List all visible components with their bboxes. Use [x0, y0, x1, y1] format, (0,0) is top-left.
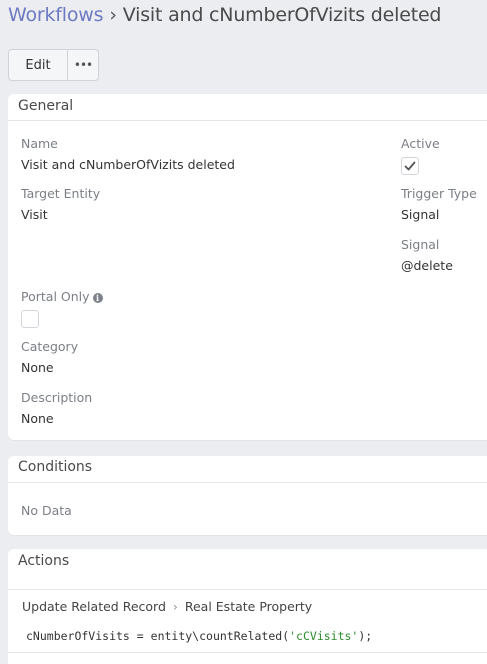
checkmark-icon: [404, 161, 416, 171]
signal-value: @delete: [401, 258, 453, 273]
panel-divider: [8, 589, 487, 590]
conditions-panel: Conditions No Data: [8, 456, 487, 535]
portal-only-checkbox[interactable]: [21, 310, 39, 328]
description-label: Description: [21, 390, 93, 405]
formula-lhs: cNumberOfVisits: [26, 629, 130, 643]
page-header: Workflows › Visit and cNumberOfVizits dele…: [8, 2, 487, 28]
name-field: Name Visit and cNumberOfVizits deleted: [21, 136, 235, 173]
trigger-type-field: Trigger Type Signal: [401, 186, 477, 223]
name-value: Visit and cNumberOfVizits deleted: [21, 157, 235, 172]
action-type: Update Related Record: [22, 599, 166, 614]
info-icon[interactable]: i: [92, 293, 103, 303]
edit-button[interactable]: Edit: [9, 50, 68, 80]
breadcrumb-workflows-link[interactable]: Workflows: [8, 4, 104, 26]
record-button-group: Edit •••: [8, 49, 99, 81]
category-label: Category: [21, 339, 79, 354]
actions-panel-title: Actions: [18, 553, 70, 569]
general-panel: General Name Visit and cNumberOfVizits d…: [8, 94, 487, 440]
formula-string-literal: 'cCVisits': [289, 629, 359, 643]
description-value: None: [21, 411, 54, 426]
actions-panel: Actions Update Related Record › Real Est…: [8, 549, 487, 664]
description-field: Description None: [21, 390, 92, 427]
panel-divider: [8, 652, 487, 653]
general-panel-title: General: [18, 98, 74, 114]
active-checkbox[interactable]: [401, 157, 419, 175]
more-options-button[interactable]: •••: [68, 50, 98, 80]
target-entity-field: Target Entity Visit: [21, 186, 100, 223]
category-field: Category None: [21, 339, 78, 376]
action-formula: cNumberOfVisits = entity\countRelated('c…: [26, 629, 372, 643]
portal-only-field: Portal Only i: [21, 289, 103, 328]
action-item-header: Update Related Record › Real Estate Prop…: [22, 599, 312, 614]
category-value: None: [21, 360, 54, 375]
formula-call: entity\countRelated(: [150, 629, 290, 643]
action-target: Real Estate Property: [184, 599, 313, 614]
formula-operator: =: [129, 629, 151, 643]
conditions-empty-text: No Data: [21, 503, 72, 518]
active-label: Active: [401, 136, 440, 151]
action-separator: ›: [172, 599, 178, 614]
target-entity-value: Visit: [21, 207, 48, 222]
name-label: Name: [21, 136, 58, 151]
breadcrumb-separator: ›: [109, 4, 117, 26]
trigger-type-label: Trigger Type: [401, 186, 477, 201]
conditions-panel-title: Conditions: [18, 459, 93, 475]
page-title: Visit and cNumberOfVizits deleted: [122, 4, 442, 26]
panel-divider: [8, 120, 487, 121]
signal-field: Signal @delete: [401, 237, 453, 274]
portal-only-label: Portal Only: [21, 289, 90, 304]
target-entity-label: Target Entity: [21, 186, 101, 201]
panel-divider: [8, 482, 487, 483]
signal-label: Signal: [401, 237, 440, 252]
trigger-type-value: Signal: [401, 207, 440, 222]
formula-end: );: [358, 629, 373, 643]
active-field: Active: [401, 136, 440, 175]
portal-only-label-row: Portal Only i: [21, 289, 103, 305]
